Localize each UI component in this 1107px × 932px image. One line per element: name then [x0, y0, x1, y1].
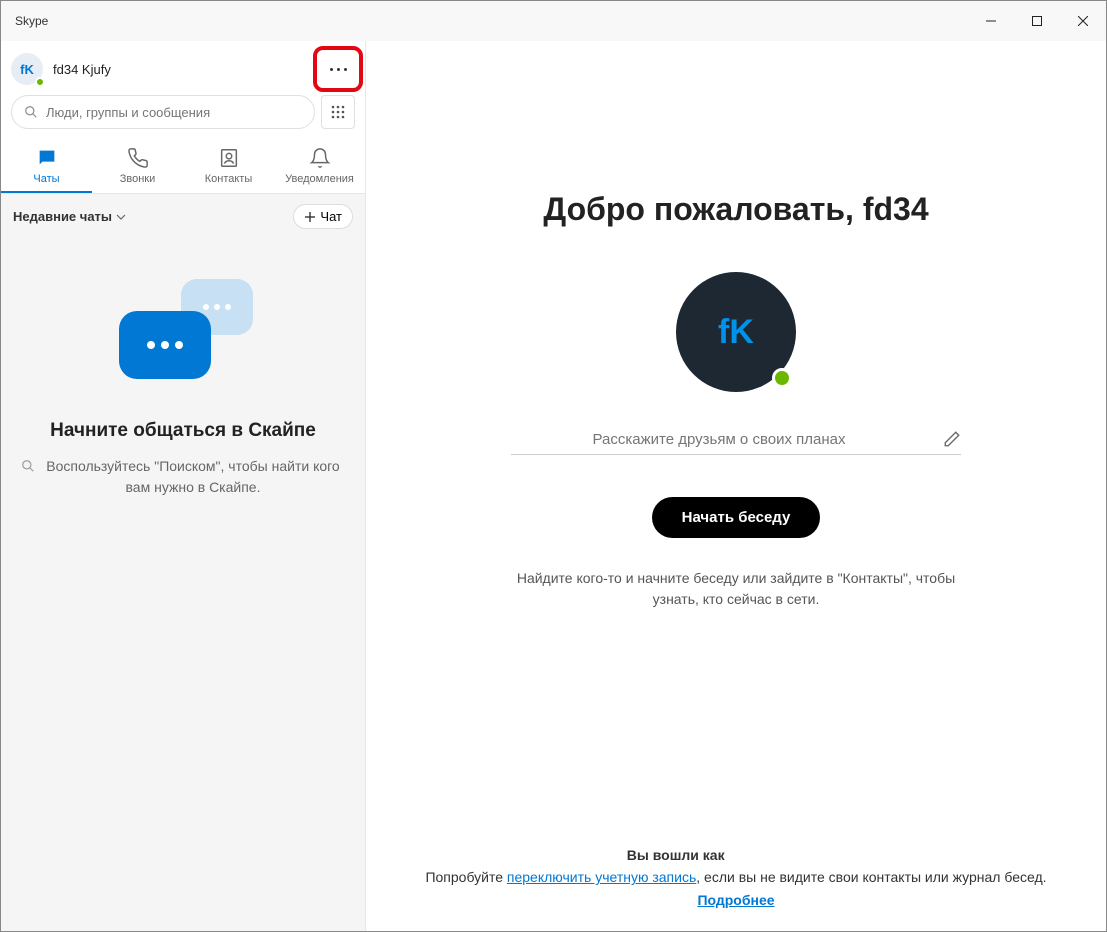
window-controls	[968, 1, 1106, 41]
sidebar: fK fd34 Kjufy	[1, 41, 366, 931]
more-menu-button[interactable]	[321, 54, 355, 84]
presence-indicator	[35, 77, 45, 87]
recent-chats-label: Недавние чаты	[13, 209, 112, 224]
tab-label: Уведомления	[285, 173, 354, 185]
contacts-icon	[218, 147, 240, 169]
empty-title: Начните общаться в Скайпе	[50, 419, 316, 444]
chat-icon	[36, 147, 58, 169]
presence-indicator	[772, 368, 792, 388]
tab-label: Звонки	[120, 173, 156, 185]
search-box[interactable]	[11, 95, 315, 129]
chat-bubbles-illustration	[113, 279, 253, 399]
try-suffix: , если вы не видите свои контакты или жу…	[696, 869, 1046, 885]
signed-in-account-blurred	[728, 847, 845, 863]
minimize-button[interactable]	[968, 1, 1014, 41]
dialpad-button[interactable]	[321, 95, 355, 129]
main-panel: Добро пожаловать, fd34 fK Начать беседу …	[366, 41, 1106, 931]
tab-label: Чаты	[33, 173, 59, 185]
signed-in-prefix: Вы вошли как	[627, 847, 725, 863]
maximize-button[interactable]	[1014, 1, 1060, 41]
start-conversation-button[interactable]: Начать беседу	[652, 497, 821, 538]
pencil-icon[interactable]	[943, 430, 961, 448]
profile-row: fK fd34 Kjufy	[1, 41, 365, 95]
nav-tabs: Чаты Звонки Контакты Уведомления	[1, 139, 365, 194]
close-icon	[1078, 16, 1088, 26]
empty-text: Воспользуйтесь "Поиском", чтобы найти ко…	[41, 456, 345, 498]
bell-icon	[309, 147, 331, 169]
search-input[interactable]	[46, 105, 302, 120]
profile-button[interactable]: fK fd34 Kjufy	[11, 53, 111, 85]
tab-calls[interactable]: Звонки	[92, 139, 183, 193]
new-chat-button[interactable]: Чат	[293, 204, 353, 229]
signin-footer: Вы вошли как Попробуйте переключить учет…	[366, 844, 1106, 911]
tab-label: Контакты	[205, 173, 253, 185]
maximize-icon	[1032, 16, 1042, 26]
search-row	[1, 95, 365, 139]
titlebar: Skype	[1, 1, 1106, 41]
welcome-title: Добро пожаловать, fd34	[543, 191, 928, 228]
large-avatar[interactable]: fK	[676, 272, 796, 392]
learn-more-link[interactable]: Подробнее	[697, 892, 774, 908]
chevron-down-icon	[116, 212, 126, 222]
tab-contacts[interactable]: Контакты	[183, 139, 274, 193]
recent-chats-dropdown[interactable]: Недавние чаты	[13, 209, 126, 224]
search-icon	[24, 105, 38, 119]
close-button[interactable]	[1060, 1, 1106, 41]
avatar-initials: fK	[718, 313, 754, 352]
search-icon	[21, 459, 35, 473]
try-prefix: Попробуйте	[425, 869, 506, 885]
empty-chats-state: Начните общаться в Скайпе Воспользуйтесь…	[1, 239, 365, 931]
status-row	[511, 430, 961, 455]
chats-subheader: Недавние чаты Чат	[1, 194, 365, 239]
ellipsis-icon	[330, 68, 333, 71]
phone-icon	[127, 147, 149, 169]
find-hint-text: Найдите кого-то и начните беседу или зай…	[496, 568, 976, 610]
switch-account-link[interactable]: переключить учетную запись	[507, 869, 696, 885]
profile-name: fd34 Kjufy	[53, 62, 111, 77]
empty-hint: Воспользуйтесь "Поиском", чтобы найти ко…	[21, 456, 345, 498]
tab-chats[interactable]: Чаты	[1, 139, 92, 193]
dialpad-icon	[331, 105, 345, 119]
window-title: Skype	[15, 14, 48, 28]
avatar: fK	[11, 53, 43, 85]
status-input[interactable]	[511, 431, 927, 448]
plus-icon	[304, 211, 316, 223]
tab-notifications[interactable]: Уведомления	[274, 139, 365, 193]
minimize-icon	[986, 16, 996, 26]
new-chat-label: Чат	[320, 209, 342, 224]
avatar-initials: fK	[20, 62, 34, 77]
